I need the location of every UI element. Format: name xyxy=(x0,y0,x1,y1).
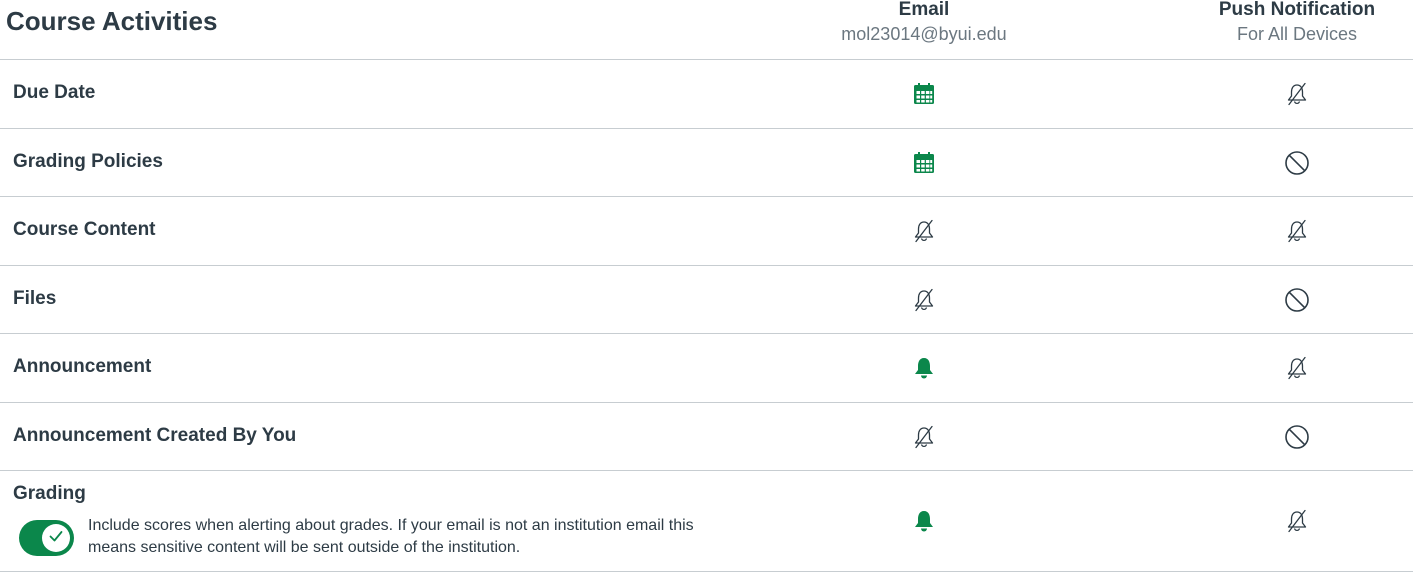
calendar-weekly-icon xyxy=(911,81,937,107)
push-column-header: Push Notification For All Devices xyxy=(1197,0,1397,48)
check-icon xyxy=(48,528,64,549)
bell-off-icon xyxy=(1284,355,1310,381)
notification-preferences: Course Activities Email mol23014@byui.ed… xyxy=(0,0,1413,576)
table-row: Announcement Created By You xyxy=(0,403,1413,471)
table-header: Course Activities Email mol23014@byui.ed… xyxy=(0,0,1413,60)
category-label: Due Date xyxy=(13,82,96,103)
toggle-knob xyxy=(42,524,70,552)
bell-filled-icon xyxy=(911,508,937,534)
category-label: Grading Policies xyxy=(13,150,163,172)
email-column-title: Email xyxy=(898,0,950,20)
table-row: Due Date xyxy=(0,60,1413,129)
push-frequency-button[interactable] xyxy=(1284,424,1310,450)
calendar-weekly-icon xyxy=(911,150,937,176)
disabled-icon xyxy=(1284,424,1310,450)
include-scores-description: Include scores when alerting about grade… xyxy=(88,517,694,556)
table-row: Grading Include scores when alerting abo… xyxy=(0,471,1413,572)
email-frequency-button[interactable] xyxy=(911,81,937,107)
table-row: Course Content xyxy=(0,197,1413,266)
table-row: Grading Policies xyxy=(0,129,1413,197)
section-title: Course Activities xyxy=(6,6,218,36)
email-frequency-button[interactable] xyxy=(911,287,937,313)
bell-off-icon xyxy=(1284,218,1310,244)
email-frequency-button[interactable] xyxy=(911,218,937,244)
bell-off-icon xyxy=(911,218,937,244)
bell-off-icon xyxy=(911,287,937,313)
category-label: Announcement xyxy=(13,356,152,377)
email-frequency-button[interactable] xyxy=(911,150,937,176)
email-column-header: Email mol23014@byui.edu xyxy=(824,0,1024,48)
category-label: Grading xyxy=(13,483,86,504)
email-address: mol23014@byui.edu xyxy=(841,24,1007,44)
push-frequency-button[interactable] xyxy=(1284,81,1310,107)
disabled-icon xyxy=(1284,287,1310,313)
push-frequency-button[interactable] xyxy=(1284,287,1310,313)
category-label: Files xyxy=(13,287,57,309)
push-column-subtitle: For All Devices xyxy=(1236,24,1358,44)
table-row: Files xyxy=(0,266,1413,334)
push-frequency-button[interactable] xyxy=(1284,508,1310,534)
push-frequency-button[interactable] xyxy=(1284,150,1310,176)
bell-filled-icon xyxy=(911,355,937,381)
push-frequency-button[interactable] xyxy=(1284,218,1310,244)
table-row: Announcement xyxy=(0,334,1413,403)
bell-off-icon xyxy=(911,424,937,450)
bell-off-icon xyxy=(1284,508,1310,534)
category-label: Announcement Created By You xyxy=(13,424,297,446)
bell-off-icon xyxy=(1284,81,1310,107)
include-scores-toggle[interactable] xyxy=(19,520,74,556)
category-label: Course Content xyxy=(13,219,156,240)
push-frequency-button[interactable] xyxy=(1284,355,1310,381)
disabled-icon xyxy=(1284,150,1310,176)
email-frequency-button[interactable] xyxy=(911,355,937,381)
email-frequency-button[interactable] xyxy=(911,508,937,534)
email-frequency-button[interactable] xyxy=(911,424,937,450)
push-column-title: Push Notification xyxy=(1218,0,1376,20)
